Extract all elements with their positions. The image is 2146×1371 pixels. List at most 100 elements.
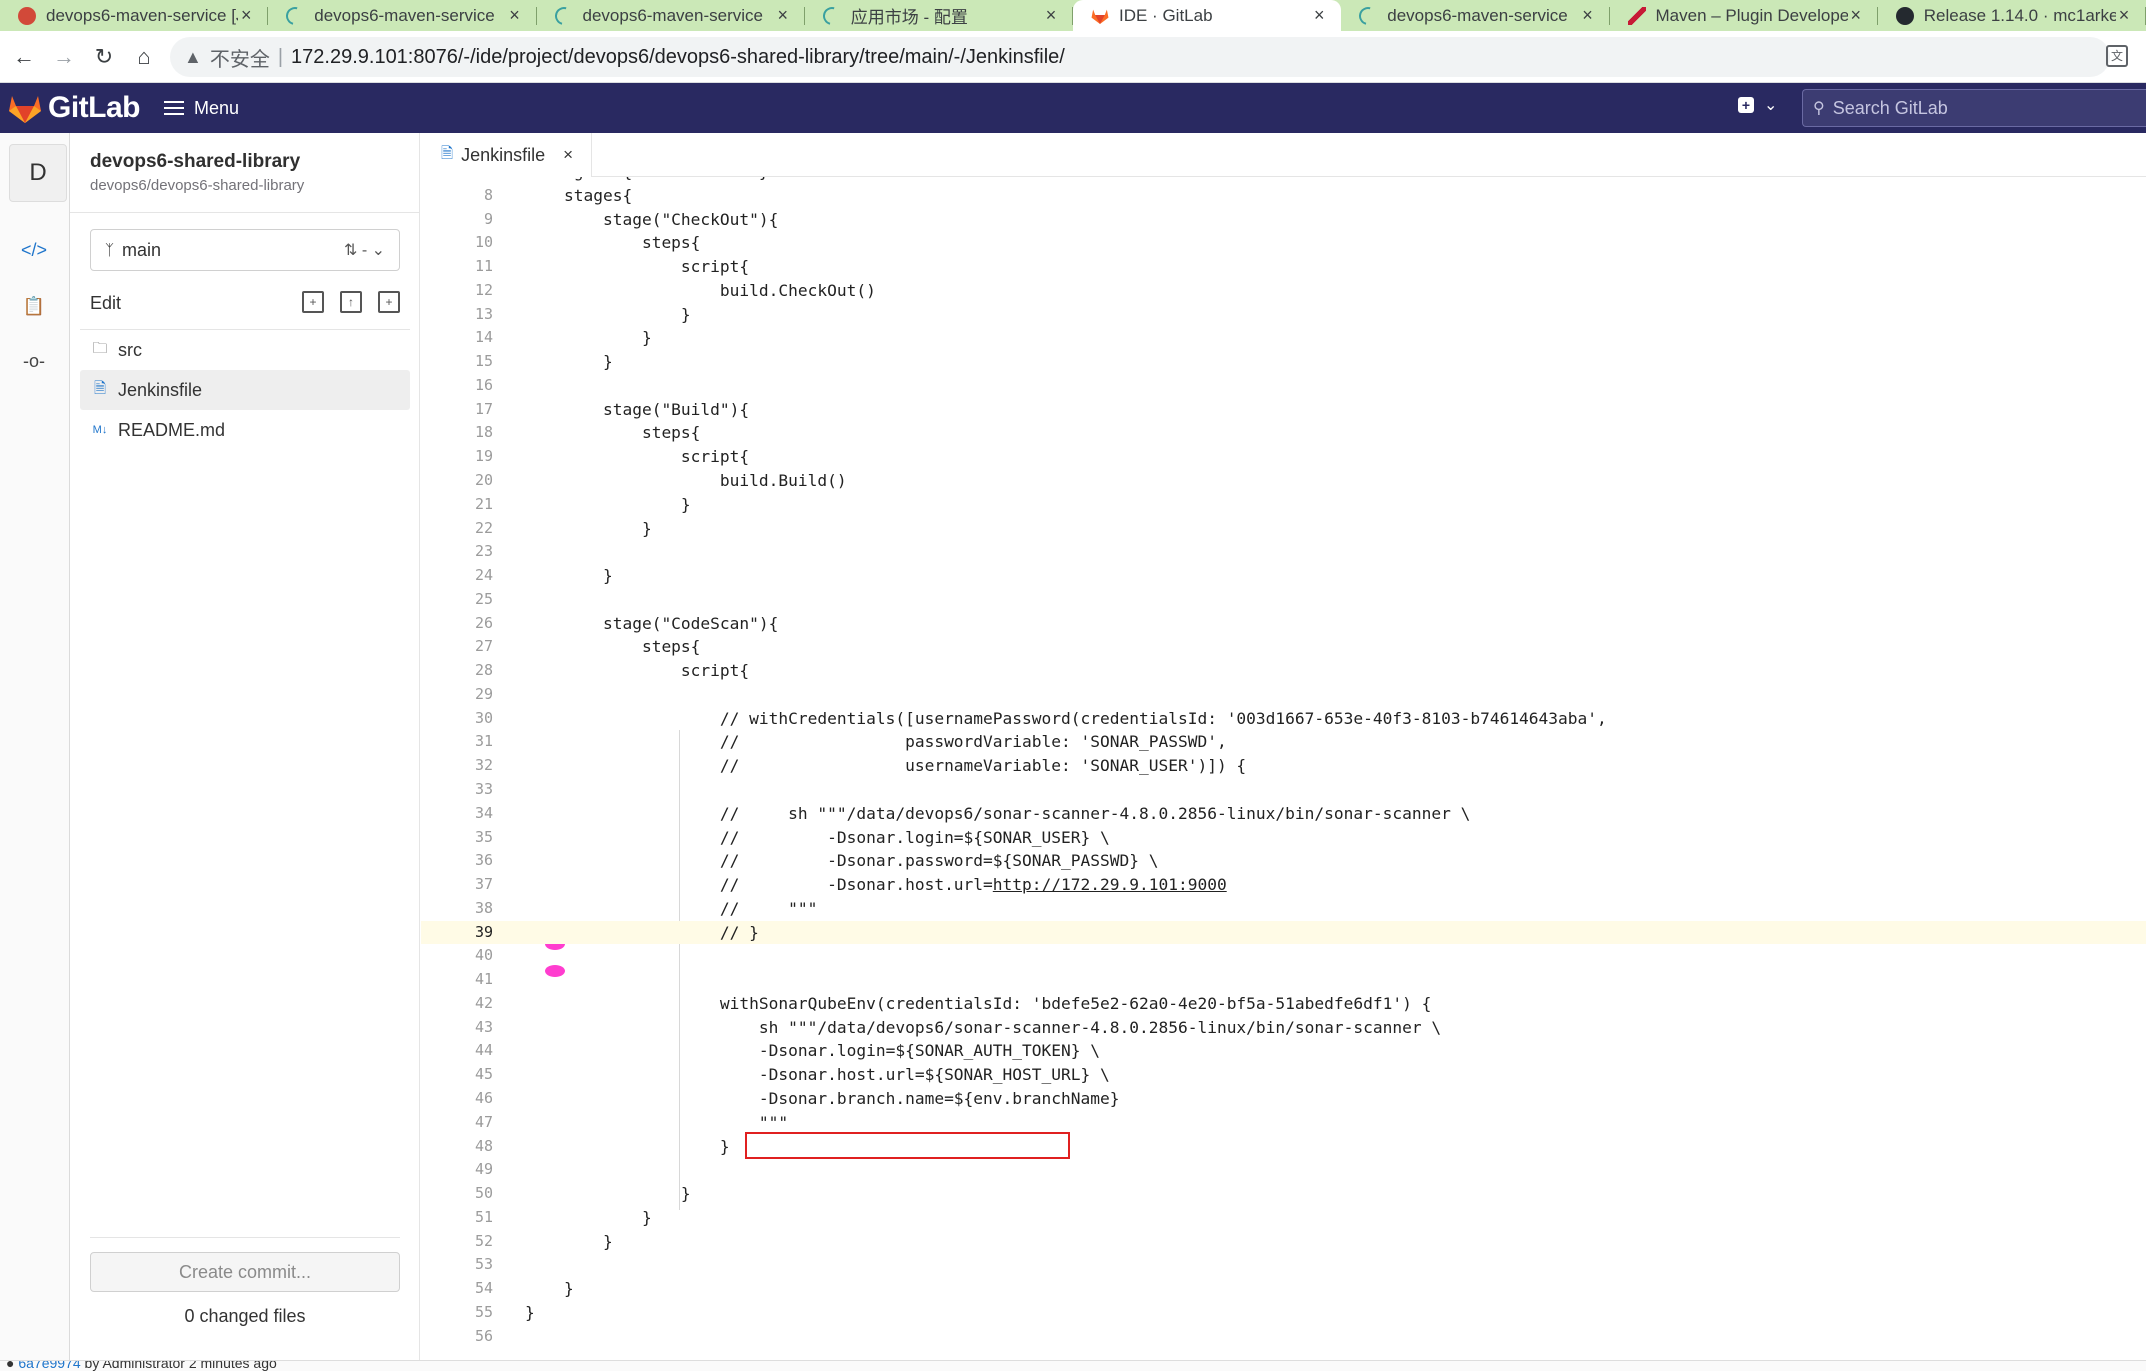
close-icon[interactable]: × — [563, 145, 573, 165]
code-line: 15 } — [421, 350, 2146, 374]
code-line: 19 script{ — [421, 445, 2146, 469]
file-tree-item[interactable]: M↓ README.md — [80, 410, 410, 450]
hamburger-icon — [164, 101, 184, 115]
jenkins-icon — [18, 6, 36, 25]
upload-icon[interactable]: ↑ — [340, 291, 362, 313]
create-commit-button[interactable]: Create commit... — [90, 1252, 400, 1292]
code-text: script{ — [525, 257, 750, 277]
browser-tab[interactable]: Release 1.14.0 · mc1arke × — [1878, 0, 2146, 31]
browser-tab[interactable]: devops6-maven-service × — [537, 0, 805, 31]
branch-icon: ᛉ — [105, 241, 115, 259]
new-file-icon[interactable]: + — [302, 291, 324, 313]
line-number: 9 — [483, 209, 493, 228]
forward-button[interactable]: → — [48, 41, 80, 73]
code-text: // usernameVariable: 'SONAR_USER')]) { — [525, 756, 1247, 776]
project-avatar[interactable]: D — [9, 144, 67, 202]
project-name[interactable]: devops6-shared-library — [90, 151, 300, 173]
line-number: 11 — [474, 257, 493, 276]
line-number: 15 — [474, 352, 493, 371]
commit-icon[interactable]: -o- — [18, 345, 50, 377]
line-number: 34 — [474, 803, 493, 822]
code-text: } — [525, 352, 613, 372]
browser-tab[interactable]: Maven – Plugin Developers × — [1610, 0, 1878, 31]
close-icon[interactable]: × — [1580, 5, 1596, 26]
browser-tab[interactable]: devops6-maven-service × — [268, 0, 537, 31]
close-icon[interactable]: × — [1043, 5, 1059, 26]
code-line: 34 // sh """/data/devops6/sonar-scanner-… — [421, 802, 2146, 826]
create-new-dropdown[interactable]: + ⌄ — [1738, 95, 1777, 115]
home-button[interactable]: ⌂ — [128, 41, 160, 73]
close-icon[interactable]: × — [2116, 5, 2132, 26]
code-text: """ — [525, 1112, 789, 1132]
code-line: 14 } — [421, 326, 2146, 350]
line-number: 14 — [474, 328, 493, 347]
new-folder-icon[interactable]: + — [378, 291, 400, 313]
code-text: } — [525, 1184, 691, 1204]
line-number: 46 — [474, 1089, 493, 1108]
browser-tab-title: devops6-maven-service — [582, 5, 763, 25]
code-line: 51 } — [421, 1206, 2146, 1230]
code-link[interactable]: http://172.29.9.101:9000 — [993, 875, 1227, 894]
close-icon[interactable]: × — [238, 5, 254, 26]
browser-tab-title: IDE · GitLab — [1119, 5, 1213, 25]
line-number: 8 — [483, 185, 493, 204]
gitlab-logo[interactable]: GitLab — [8, 91, 141, 125]
code-line: 11 script{ — [421, 255, 2146, 279]
file-tree-item[interactable]: 🗀 src — [80, 330, 410, 370]
code-line: 44 -Dsonar.login=${SONAR_AUTH_TOKEN} \ — [421, 1039, 2146, 1063]
search-input[interactable]: ⚲ Search GitLab — [1802, 89, 2146, 127]
code-text: } — [525, 494, 691, 514]
code-text: -Dsonar.branch.name=${env.branchName} — [525, 1089, 1120, 1109]
branch-selector[interactable]: ᛉ main ⇅ - ⌄ — [90, 229, 400, 271]
code-text: withSonarQubeEnv(credentialsId: 'bdefe5e… — [525, 993, 1432, 1013]
code-line: 33 — [421, 778, 2146, 802]
line-number: 45 — [474, 1065, 493, 1084]
file-tree-item[interactable]: 🗎 Jenkinsfile — [80, 370, 410, 410]
close-icon[interactable]: × — [1311, 5, 1327, 26]
translate-icon[interactable]: 文 — [2106, 45, 2128, 67]
browser-tab[interactable]: devops6-maven-service × — [1341, 0, 1610, 31]
code-line: 52 } — [421, 1230, 2146, 1254]
line-number: 7 — [421, 177, 493, 184]
line-number: 51 — [474, 1207, 493, 1226]
code-icon[interactable]: </> — [18, 234, 50, 266]
commit-sha-link[interactable]: 6a7e9974 — [18, 1361, 80, 1371]
chevron-down-icon: ⌄ — [1764, 97, 1778, 114]
code-line: 49 — [421, 1158, 2146, 1182]
line-number: 18 — [474, 423, 493, 442]
code-line: 7 agent {label "build"} — [421, 177, 2146, 184]
code-line: 45 -Dsonar.host.url=${SONAR_HOST_URL} \ — [421, 1063, 2146, 1087]
browser-tab[interactable]: devops6-maven-service [Jenkins]× — [0, 0, 269, 31]
sonar-icon — [1355, 3, 1381, 28]
github-icon — [1895, 6, 1914, 25]
merge-request-selector[interactable]: ⇅ - ⌄ — [344, 240, 385, 260]
line-number: 52 — [474, 1231, 493, 1250]
gitlab-header: GitLab Menu + ⌄ ⚲ Search GitLab — [0, 83, 2146, 133]
menu-button[interactable]: Menu — [164, 98, 239, 119]
review-icon[interactable]: 📋 — [18, 290, 50, 322]
close-icon[interactable]: × — [1848, 5, 1864, 26]
code-text: } — [525, 1302, 535, 1322]
address-bar[interactable]: ▲ 不安全 | 172.29.9.101:8076/-/ide/project/… — [170, 37, 2110, 77]
separator: | — [277, 45, 284, 68]
reload-button[interactable]: ↻ — [88, 41, 120, 73]
url-text: 172.29.9.101:8076/-/ide/project/devops6/… — [291, 45, 1065, 68]
close-icon[interactable]: × — [775, 5, 791, 26]
editor-tab-jenkinsfile[interactable]: 🗎 Jenkinsfile × — [421, 133, 593, 177]
code-text: // -Dsonar.host.url=http://172.29.9.101:… — [525, 875, 1227, 895]
code-text: script{ — [525, 447, 750, 467]
browser-tab[interactable]: 应用市场 - 配置 × — [805, 0, 1073, 31]
close-icon[interactable]: × — [507, 5, 523, 26]
line-number: 25 — [474, 589, 493, 608]
code-line: 31 // passwordVariable: 'SONAR_PASSWD', — [421, 730, 2146, 754]
line-number: 20 — [474, 471, 493, 489]
ide-status-bar: ● 6a7e9974 by Administrator 2 minutes ag… — [0, 1360, 2146, 1371]
back-button[interactable]: ← — [8, 41, 40, 73]
code-line: 38 // """ — [421, 897, 2146, 921]
browser-tab[interactable]: IDE · GitLab × — [1073, 0, 1342, 31]
code-line: 39 // } — [421, 920, 2146, 945]
code-text: // withCredentials([usernamePassword(cre… — [525, 708, 1607, 728]
commit-author: Administrator — [102, 1360, 185, 1371]
commit-time: 2 minutes ago — [188, 1360, 277, 1371]
code-area[interactable]: 7 agent {label "build"}8 stages{9 stage(… — [421, 177, 2146, 1360]
